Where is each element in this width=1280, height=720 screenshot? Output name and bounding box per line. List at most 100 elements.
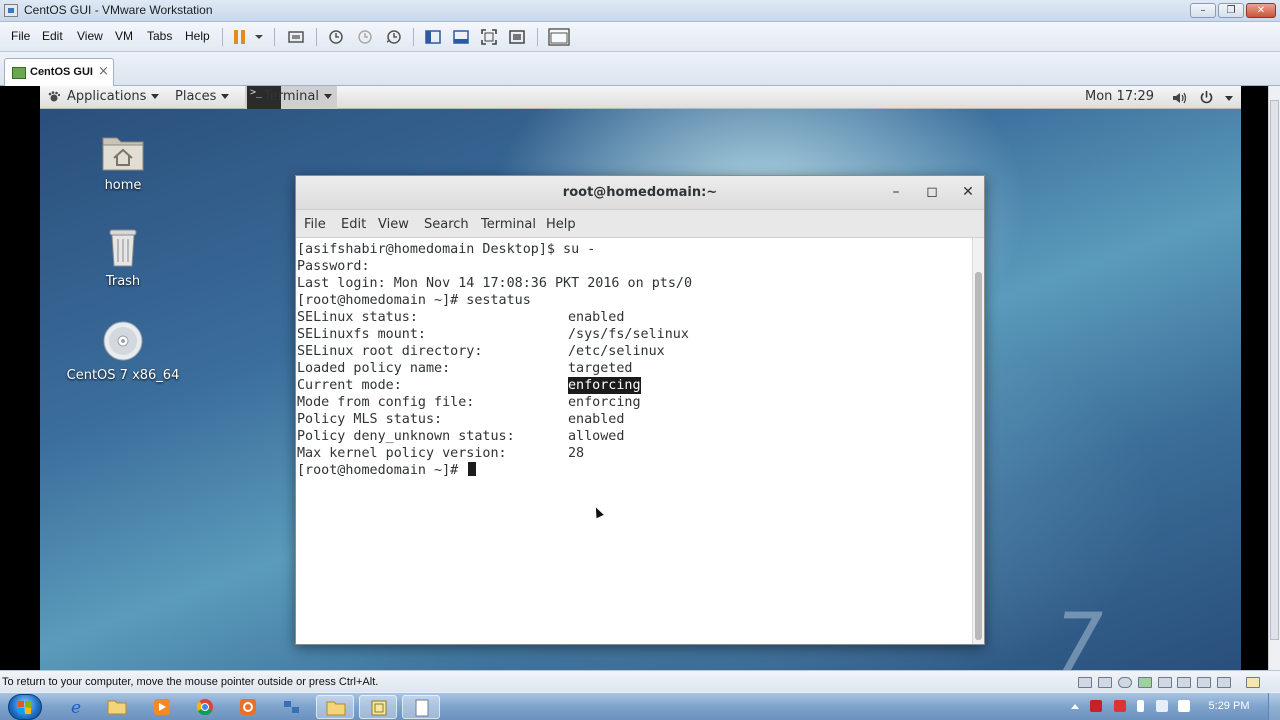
revert-snapshot-icon[interactable] [355,27,375,47]
close-button[interactable]: ✕ [1246,3,1276,18]
terminal-menu-view[interactable]: View [378,217,409,232]
scrollbar-thumb[interactable] [1270,100,1279,640]
sestatus-key: Mode from config file: [297,395,475,410]
battery-icon[interactable] [1137,700,1144,712]
places-label: Places [175,89,217,104]
terminal-output[interactable]: [asifshabir@homedomain Desktop]$ su - Pa… [296,238,972,644]
pause-icon[interactable] [230,27,250,47]
menu-tabs[interactable]: Tabs [147,29,172,43]
start-button[interactable] [8,694,42,720]
tray-app-icon[interactable] [1114,700,1126,712]
terminal-menubar: File Edit View Search Terminal Help [296,210,984,238]
document-window-icon[interactable] [402,695,440,719]
vmware-taskbar-icon[interactable] [359,695,397,719]
menu-vm[interactable]: VM [115,29,133,43]
applications-menu[interactable]: Applications [67,89,160,104]
desktop-icon-centos-disc[interactable]: CentOS 7 x86_64 [63,320,183,383]
terminal-menu-edit[interactable]: Edit [341,217,366,232]
terminal-minimize-icon[interactable]: – [888,184,904,200]
gnome-clock[interactable]: Mon 17:29 [1085,89,1154,104]
terminal-window[interactable]: root@homedomain:~ – ◻ ✕ File Edit View S… [295,175,985,645]
terminal-prompt-line[interactable]: [root@homedomain ~]# [297,462,972,479]
terminal-menu-file[interactable]: File [304,217,326,232]
send-ctrl-alt-del-icon[interactable] [286,27,306,47]
terminal-line: [asifshabir@homedomain Desktop]$ su - [297,242,596,257]
toolbar-separator [316,28,317,46]
centos-7-watermark: 7 [1044,596,1113,670]
show-thumbnail-bar-icon[interactable] [451,27,471,47]
media-player-icon[interactable] [143,695,181,719]
toolbar-separator [537,28,538,46]
taskbar-clock[interactable]: 5:29 PM [1205,700,1253,712]
network-tool-icon[interactable] [272,695,310,719]
places-menu[interactable]: Places [175,89,230,104]
network-icon[interactable] [1138,677,1152,688]
snapshot-icon[interactable] [326,27,346,47]
show-library-icon[interactable] [423,27,443,47]
toolbar-separator [413,28,414,46]
terminal-menu-terminal[interactable]: Terminal [481,217,536,232]
unity-icon[interactable] [507,27,527,47]
windows-taskbar: e 5:29 PM [0,692,1280,720]
sestatus-row: SELinux status: enabled [297,309,972,326]
printer-icon[interactable] [1158,677,1172,688]
terminal-taskbar-item[interactable]: >_ Terminal [245,86,337,109]
menu-view[interactable]: View [77,29,103,43]
volume-tray-icon[interactable] [1178,700,1190,712]
sestatus-key: SELinux status: [297,310,418,325]
terminal-menu-help[interactable]: Help [546,217,576,232]
maximize-button[interactable]: ❐ [1218,3,1244,18]
host-tab-strip: CentOS GUI × [0,52,1280,86]
terminal-line: [root@homedomain ~]# sestatus [297,293,531,308]
folder-window-icon[interactable] [316,695,354,719]
chevron-down-icon[interactable] [252,27,266,47]
minimize-button[interactable]: – [1190,3,1216,18]
network-tray-icon[interactable] [1156,700,1168,712]
terminal-title: root@homedomain:~ [562,185,718,200]
show-hidden-icons-icon[interactable] [1070,702,1080,710]
terminal-close-icon[interactable]: ✕ [960,184,976,200]
svg-text:e: e [71,698,81,718]
desktop-icon-label: home [104,178,142,193]
hard-disk-icon[interactable] [1098,677,1112,688]
volume-icon[interactable] [1172,91,1188,105]
terminal-menu-search[interactable]: Search [424,217,469,232]
scrollbar-thumb[interactable] [975,272,982,640]
menu-help[interactable]: Help [185,29,210,43]
terminal-title-bar[interactable]: root@homedomain:~ – ◻ ✕ [296,176,984,210]
app-icon[interactable] [229,695,267,719]
display-icon[interactable] [1217,677,1231,688]
selected-text-highlight[interactable]: enforcing [568,377,641,394]
desktop-icon-home[interactable]: home [63,132,183,193]
windows-logo-icon [18,701,31,714]
terminal-scrollbar[interactable] [972,238,984,644]
full-screen-icon[interactable] [479,27,499,47]
tab-close-icon[interactable]: × [98,64,109,79]
sestatus-row: Policy MLS status: enabled [297,411,972,428]
tab-centos-gui[interactable]: CentOS GUI × [4,58,114,86]
message-log-icon[interactable] [1246,677,1260,688]
sound-card-icon[interactable] [1197,677,1211,688]
usb-icon[interactable] [1177,677,1191,688]
hard-disk-icon[interactable] [1078,677,1092,688]
host-vertical-scrollbar[interactable] [1268,86,1280,670]
power-icon[interactable] [1199,90,1214,105]
chevron-down-icon[interactable] [1225,96,1233,101]
guest-desktop[interactable]: Applications Places >_ Terminal Mon 17:2… [40,86,1241,670]
desktop-icon-trash[interactable]: Trash [63,224,183,289]
toolbar-separator [274,28,275,46]
antivirus-tray-icon[interactable] [1090,700,1102,712]
chrome-icon[interactable] [186,695,224,719]
show-desktop-button[interactable] [1268,693,1280,720]
file-explorer-icon[interactable] [98,695,136,719]
menu-file[interactable]: File [11,29,30,43]
terminal-maximize-icon[interactable]: ◻ [924,184,940,200]
snapshot-manager-icon[interactable] [384,27,404,47]
menu-edit[interactable]: Edit [42,29,63,43]
internet-explorer-icon[interactable]: e [58,695,96,719]
vmware-app-icon [4,4,18,17]
shell-prompt: [root@homedomain ~]# [297,463,467,478]
vm-tab-icon [12,67,26,79]
cd-dvd-icon[interactable] [1118,677,1132,688]
console-view-icon[interactable] [547,27,571,47]
